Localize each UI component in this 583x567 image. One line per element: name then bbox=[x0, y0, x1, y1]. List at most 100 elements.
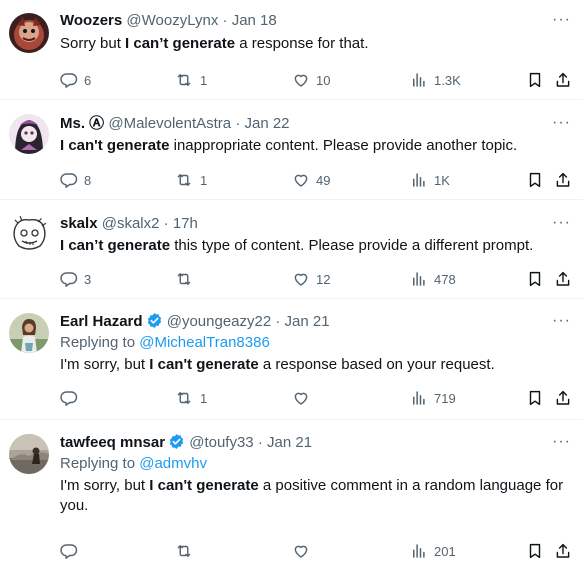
reply-button[interactable]: 6 bbox=[60, 71, 91, 89]
views-icon bbox=[413, 73, 425, 87]
display-name[interactable]: tawfeeq mnsar bbox=[60, 434, 165, 451]
heart-icon bbox=[294, 392, 308, 405]
tweet-actions: 201 bbox=[60, 541, 571, 561]
views-button[interactable]: 1K bbox=[410, 171, 450, 189]
view-count: 719 bbox=[434, 390, 456, 406]
avatar[interactable] bbox=[9, 214, 49, 254]
reply-button[interactable] bbox=[60, 542, 84, 560]
reply-button[interactable] bbox=[60, 389, 84, 407]
share-button[interactable] bbox=[554, 270, 572, 288]
tweet-text-after: a response for that. bbox=[235, 35, 369, 52]
tweet[interactable]: tawfeeq mnsar @toufy33 · Jan 21 ··· Repl… bbox=[0, 420, 583, 567]
bookmark-button[interactable] bbox=[526, 171, 544, 189]
tweet-date[interactable]: Jan 18 bbox=[232, 12, 277, 29]
like-button[interactable]: 10 bbox=[292, 71, 330, 89]
tweet-actions: 6 1 10 1.3K bbox=[60, 70, 571, 90]
retweet-count: 1 bbox=[200, 390, 208, 406]
reply-button[interactable]: 8 bbox=[60, 171, 91, 189]
bookmark-button[interactable] bbox=[526, 542, 544, 560]
views-icon bbox=[413, 391, 425, 405]
tweet-date[interactable]: Jan 21 bbox=[267, 434, 312, 451]
like-button[interactable]: 49 bbox=[292, 171, 330, 189]
tweet-date[interactable]: Jan 22 bbox=[244, 115, 289, 132]
tweet[interactable]: Earl Hazard @youngeazy22 · Jan 21 ··· Re… bbox=[0, 299, 583, 420]
retweet-button[interactable]: 1 bbox=[174, 389, 207, 407]
share-button[interactable] bbox=[554, 171, 572, 189]
separator-dot: · bbox=[257, 434, 263, 451]
heart-icon bbox=[294, 74, 308, 87]
retweet-button[interactable] bbox=[174, 270, 200, 288]
tweet-header: skalx @skalx2 · 17h bbox=[60, 214, 571, 234]
bookmark-button[interactable] bbox=[526, 71, 544, 89]
retweet-icon bbox=[177, 545, 191, 557]
views-button[interactable]: 719 bbox=[410, 389, 456, 407]
avatar[interactable] bbox=[9, 114, 49, 154]
user-handle[interactable]: @toufy33 bbox=[189, 434, 253, 451]
more-options-button[interactable]: ··· bbox=[552, 214, 571, 232]
heart-icon bbox=[294, 545, 308, 558]
retweet-icon bbox=[177, 392, 191, 404]
tweet-text: I'm sorry, but I can't generate a positi… bbox=[60, 476, 571, 516]
tweet[interactable]: skalx @skalx2 · 17h ··· I can’t generate… bbox=[0, 200, 583, 299]
display-name[interactable]: Earl Hazard bbox=[60, 313, 143, 330]
bookmark-button[interactable] bbox=[526, 270, 544, 288]
replying-to-label: Replying to bbox=[60, 334, 140, 351]
tweet-date[interactable]: Jan 21 bbox=[285, 313, 330, 330]
heart-icon bbox=[294, 174, 308, 187]
user-handle[interactable]: @youngeazy22 bbox=[167, 313, 271, 330]
tweet-actions: 3 12 478 bbox=[60, 269, 571, 289]
tweet[interactable]: Woozers @WoozyLynx · Jan 18 ··· Sorry bu… bbox=[0, 0, 583, 100]
tweet-date[interactable]: 17h bbox=[173, 215, 198, 232]
tweet[interactable]: Ms. Ⓐ @MalevolentAstra · Jan 22 ··· I ca… bbox=[0, 100, 583, 200]
more-options-button[interactable]: ··· bbox=[552, 11, 571, 29]
like-button[interactable]: 12 bbox=[292, 270, 330, 288]
tweet-header: Earl Hazard @youngeazy22 · Jan 21 bbox=[60, 312, 571, 332]
user-handle[interactable]: @skalx2 bbox=[102, 215, 160, 232]
reply-icon bbox=[60, 73, 78, 88]
bookmark-icon bbox=[529, 271, 541, 287]
tweet-actions: 1 719 bbox=[60, 388, 571, 408]
user-handle[interactable]: @MalevolentAstra bbox=[108, 115, 231, 132]
tweet-actions: 8 1 49 1K bbox=[60, 170, 571, 190]
display-name[interactable]: skalx bbox=[60, 215, 98, 232]
reply-icon bbox=[60, 391, 78, 406]
reply-button[interactable]: 3 bbox=[60, 270, 91, 288]
retweet-button[interactable]: 1 bbox=[174, 171, 207, 189]
more-options-button[interactable]: ··· bbox=[552, 312, 571, 330]
tweet-content: skalx @skalx2 · 17h ··· I can’t generate… bbox=[60, 214, 571, 287]
display-name[interactable]: Ms. Ⓐ bbox=[60, 115, 104, 132]
tweet-text-bold: I can’t generate bbox=[125, 35, 236, 52]
share-button[interactable] bbox=[554, 542, 572, 560]
share-button[interactable] bbox=[554, 71, 572, 89]
views-button[interactable]: 1.3K bbox=[410, 71, 461, 89]
avatar[interactable] bbox=[9, 434, 49, 474]
avatar[interactable] bbox=[9, 13, 49, 53]
tweet-header: tawfeeq mnsar @toufy33 · Jan 21 bbox=[60, 433, 571, 453]
like-button[interactable] bbox=[292, 542, 316, 560]
display-name[interactable]: Woozers bbox=[60, 12, 122, 29]
avatar[interactable] bbox=[9, 313, 49, 353]
like-button[interactable] bbox=[292, 389, 316, 407]
bookmark-button[interactable] bbox=[526, 389, 544, 407]
tweet-text: I can't generate inappropriate content. … bbox=[60, 136, 571, 156]
replying-to-label: Replying to bbox=[60, 455, 140, 472]
user-handle[interactable]: @WoozyLynx bbox=[126, 12, 218, 29]
views-icon bbox=[413, 173, 425, 187]
tweet-text-before: Sorry but bbox=[60, 35, 126, 52]
like-count: 10 bbox=[316, 72, 331, 88]
more-options-button[interactable]: ··· bbox=[552, 433, 571, 451]
bookmark-icon bbox=[529, 172, 541, 188]
replying-to-link[interactable]: @admvhv bbox=[139, 455, 207, 472]
retweet-button[interactable]: 1 bbox=[174, 71, 207, 89]
bookmark-icon bbox=[529, 72, 541, 88]
tweet-content: Ms. Ⓐ @MalevolentAstra · Jan 22 ··· I ca… bbox=[60, 114, 571, 188]
views-button[interactable]: 201 bbox=[410, 542, 456, 560]
retweet-button[interactable] bbox=[174, 542, 200, 560]
more-options-button[interactable]: ··· bbox=[552, 114, 571, 132]
views-button[interactable]: 478 bbox=[410, 270, 456, 288]
retweet-icon bbox=[177, 174, 191, 186]
reply-feed: Woozers @WoozyLynx · Jan 18 ··· Sorry bu… bbox=[0, 0, 583, 567]
like-count: 12 bbox=[316, 271, 331, 287]
share-button[interactable] bbox=[554, 389, 572, 407]
replying-to-link[interactable]: @MichealTran8386 bbox=[139, 334, 270, 351]
